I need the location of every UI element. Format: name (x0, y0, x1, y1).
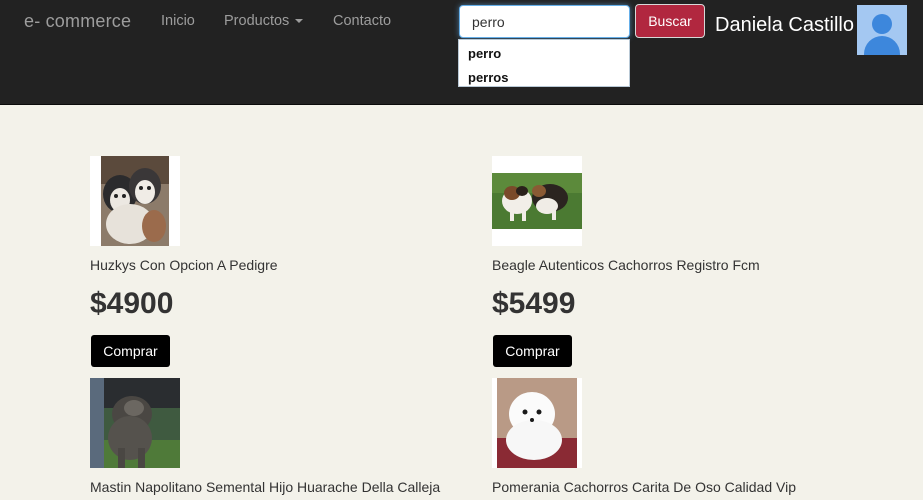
user-name[interactable]: Daniela Castillo (715, 14, 854, 37)
product-image[interactable] (90, 156, 180, 246)
product-price: $4900 (90, 287, 174, 320)
search-input[interactable] (459, 5, 630, 38)
avatar-body (864, 36, 900, 55)
user-avatar-icon[interactable] (857, 5, 907, 55)
suggestion-item[interactable]: perro (468, 46, 501, 61)
mastin-dog-photo (90, 378, 180, 468)
nav-link-productos-label: Productos (224, 13, 290, 29)
product-title[interactable]: Pomerania Cachorros Carita De Oso Calida… (492, 479, 882, 495)
buy-button[interactable]: Comprar (493, 335, 572, 367)
search-suggestions: perro perros (458, 39, 630, 87)
product-title[interactable]: Mastin Napolitano Semental Hijo Huarache… (90, 479, 480, 495)
nav-link-inicio[interactable]: Inicio (161, 13, 195, 29)
product-title[interactable]: Huzkys Con Opcion A Pedigre (90, 257, 480, 273)
product-price: $5499 (492, 287, 576, 320)
search-button[interactable]: Buscar (635, 4, 705, 38)
navbar: e- commerce Inicio Productos Contacto pe… (0, 0, 923, 105)
caret-down-icon (295, 19, 304, 24)
product-card: Pomerania Cachorros Carita De Oso Calida… (492, 378, 796, 495)
product-image[interactable] (492, 378, 582, 468)
beagle-puppies-photo (492, 156, 582, 246)
product-card: Mastin Napolitano Semental Hijo Huarache… (90, 378, 440, 495)
avatar-head (872, 14, 892, 34)
buy-button[interactable]: Comprar (91, 335, 170, 367)
product-image[interactable] (492, 156, 582, 246)
product-card: Beagle Autenticos Cachorros Registro Fcm… (492, 156, 760, 367)
brand-logo[interactable]: e- commerce (24, 11, 131, 32)
pomeranian-puppy-photo (492, 378, 582, 468)
nav-dropdown-productos[interactable]: Productos (224, 13, 304, 29)
husky-puppies-photo (90, 156, 180, 246)
suggestion-item[interactable]: perros (468, 70, 508, 85)
product-image[interactable] (90, 378, 180, 468)
product-title[interactable]: Beagle Autenticos Cachorros Registro Fcm (492, 257, 882, 273)
product-card: Huzkys Con Opcion A Pedigre $4900 Compra… (90, 156, 278, 367)
nav-link-contacto[interactable]: Contacto (333, 13, 391, 29)
